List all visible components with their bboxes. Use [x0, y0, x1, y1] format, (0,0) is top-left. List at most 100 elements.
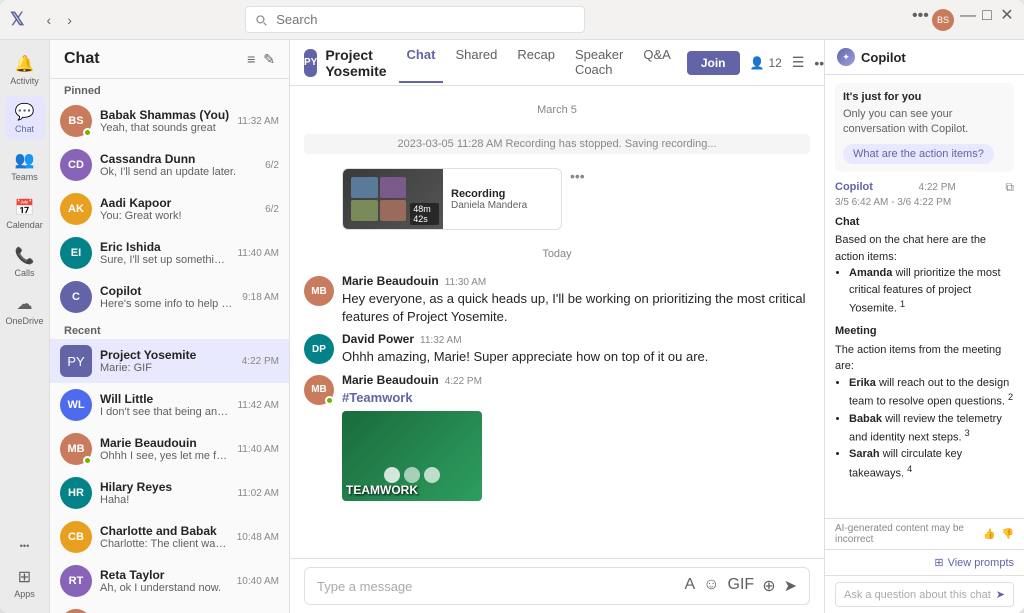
contact-name: Copilot — [100, 284, 234, 298]
ellipsis-icon: ••• — [20, 541, 29, 551]
contact-item[interactable]: AK Aadi Kapoor You: Great work! 6/2 — [50, 187, 289, 231]
tab-shared[interactable]: Shared — [447, 43, 505, 83]
copilot-body: It's just for you Only you can see your … — [825, 75, 1024, 518]
user-avatar[interactable]: BS — [932, 9, 954, 31]
contact-item[interactable]: MB Marie Beaudouin Ohhh I see, yes let m… — [50, 427, 289, 471]
recording-more-icon[interactable]: ••• — [570, 168, 585, 184]
teams-icon: 👥 — [15, 150, 35, 170]
search-input[interactable] — [245, 6, 585, 33]
copilot-title: Copilot — [861, 50, 906, 65]
copy-icon[interactable]: ⧉ — [1005, 180, 1014, 195]
contact-item[interactable]: EI Eric Ishida Sure, I'll set up somethi… — [50, 231, 289, 275]
activity-label: Activity — [10, 76, 39, 86]
contact-item[interactable]: JV Joshua VanBuren Thanks for reviewing!… — [50, 603, 289, 613]
contact-info: Marie Beaudouin Ohhh I see, yes let me f… — [100, 436, 229, 462]
back-button[interactable]: ‹ — [41, 10, 58, 30]
message-input-placeholder[interactable]: Type a message — [317, 579, 677, 594]
maximize-button[interactable]: □ — [980, 9, 994, 23]
contact-info: Babak Shammas (You) Yeah, that sounds gr… — [100, 108, 229, 134]
members-number: 12 — [768, 56, 781, 70]
contact-item[interactable]: WL Will Little I don't see that being an… — [50, 383, 289, 427]
sidebar-item-teams[interactable]: 👥 Teams — [5, 144, 45, 188]
contact-item[interactable]: C Copilot Here's some info to help you p… — [50, 275, 289, 319]
view-prompts-row: ⊞ View prompts — [825, 549, 1024, 575]
sidebar-item-calendar[interactable]: 📅 Calendar — [5, 192, 45, 236]
contact-preview: Charlotte: The client was pretty happy w… — [100, 538, 229, 550]
online-indicator — [325, 396, 334, 405]
list-view-icon[interactable]: ☰ — [792, 54, 805, 71]
recording-thumbnail: 48m 42s — [343, 169, 443, 229]
gif-icon[interactable]: GIF — [728, 576, 755, 596]
sidebar-title: Chat — [64, 50, 100, 68]
tab-qa[interactable]: Q&A — [635, 43, 678, 83]
sidebar: Chat ≡ ✎ Pinned BS Babak Shammas (You) Y… — [50, 40, 290, 613]
sidebar-item-apps[interactable]: ⊞ Apps — [5, 561, 45, 605]
contact-name: Charlotte and Babak — [100, 524, 229, 538]
chat-bullet-1: Amanda will prioritize the most critical… — [849, 265, 1014, 317]
message-time: 11:32 AM — [420, 335, 462, 346]
contact-item[interactable]: CD Cassandra Dunn Ok, I'll send an updat… — [50, 143, 289, 187]
compose-icon[interactable]: ✎ — [263, 51, 275, 68]
join-button[interactable]: Join — [687, 51, 740, 75]
message-row: MB Marie Beaudouin 4:22 PM #Teamwork — [304, 373, 810, 501]
contact-preview: Haha! — [100, 494, 229, 506]
contact-time: 11:02 AM — [237, 488, 279, 499]
thumbs-up-icon[interactable]: 👍 — [983, 529, 995, 540]
contact-item[interactable]: HR Hilary Reyes Haha! 11:02 AM — [50, 471, 289, 515]
format-icon[interactable]: A — [685, 576, 696, 596]
message-header: David Power 11:32 AM — [342, 332, 810, 346]
more-apps-button[interactable]: ••• — [5, 535, 45, 557]
contact-preview: Ohhh I see, yes let me fix that! — [100, 450, 229, 462]
chat-icon: 💬 — [15, 102, 35, 122]
contact-item[interactable]: CB Charlotte and Babak Charlotte: The cl… — [50, 515, 289, 559]
contact-preview: You: Great work! — [100, 210, 257, 222]
avatar: AK — [60, 193, 92, 225]
attach-icon[interactable]: ⊕ — [762, 576, 775, 596]
sidebar-item-calls[interactable]: 📞 Calls — [5, 240, 45, 284]
avatar: MB — [304, 375, 334, 405]
onedrive-label: OneDrive — [5, 316, 43, 326]
recording-card[interactable]: 48m 42s Recording Daniela Mandera — [342, 168, 562, 230]
contact-name: Hilary Reyes — [100, 480, 229, 494]
contact-name: Eric Ishida — [100, 240, 229, 254]
action-items-button[interactable]: What are the action items? — [843, 144, 994, 164]
copilot-send-button[interactable]: ➤ — [996, 588, 1005, 601]
title-bar: 𝕏 ‹ › ••• BS — □ ✕ — [0, 0, 1024, 40]
message-header: Marie Beaudouin 4:22 PM — [342, 373, 810, 387]
tab-speaker-coach[interactable]: Speaker Coach — [567, 43, 631, 83]
contact-info: Copilot Here's some info to help you pre… — [100, 284, 234, 310]
more-options-button[interactable]: ••• — [912, 9, 926, 23]
recording-info: Recording Daniela Mandera — [443, 169, 535, 229]
tab-chat[interactable]: Chat — [399, 43, 444, 83]
emoji-icon[interactable]: ☺ — [703, 576, 719, 596]
sidebar-item-onedrive[interactable]: ☁ OneDrive — [5, 288, 45, 332]
contact-time: 4:22 PM — [242, 356, 279, 367]
contact-item[interactable]: RT Reta Taylor Ah, ok I understand now. … — [50, 559, 289, 603]
calendar-label: Calendar — [6, 220, 43, 230]
contact-preview: Yeah, that sounds great — [100, 122, 229, 134]
chat-input-area: Type a message A ☺ GIF ⊕ ➤ — [290, 558, 824, 613]
message-time: 4:22 PM — [445, 376, 482, 387]
calls-icon: 📞 — [15, 246, 35, 266]
forward-button[interactable]: › — [61, 10, 78, 30]
thumbs-down-icon[interactable]: 👎 — [1002, 529, 1014, 540]
input-toolbar: A ☺ GIF ⊕ ➤ — [685, 576, 798, 596]
message-row: MB Marie Beaudouin 11:30 AM Hey everyone… — [304, 274, 810, 326]
minimize-button[interactable]: — — [960, 9, 974, 23]
chat-section-intro: Based on the chat here are the action it… — [835, 232, 1014, 265]
sidebar-item-chat[interactable]: 💬 Chat — [5, 96, 45, 140]
close-button[interactable]: ✕ — [1000, 9, 1014, 23]
contact-item[interactable]: BS Babak Shammas (You) Yeah, that sounds… — [50, 99, 289, 143]
tab-recap[interactable]: Recap — [509, 43, 563, 83]
view-prompts-button[interactable]: ⊞ View prompts — [934, 556, 1014, 569]
copilot-ask-input[interactable]: Ask a question about this chat ➤ — [835, 582, 1014, 607]
message-author: Marie Beaudouin — [342, 274, 439, 288]
teams-logo: 𝕏 — [10, 9, 25, 30]
contact-time: 9:18 AM — [242, 292, 279, 303]
sidebar-item-activity[interactable]: 🔔 Activity — [5, 48, 45, 92]
contact-item[interactable]: PY Project Yosemite Marie: GIF 4:22 PM — [50, 339, 289, 383]
more-options-chat-icon[interactable]: ••• — [814, 55, 824, 71]
filter-icon[interactable]: ≡ — [247, 51, 255, 68]
gif-label: TEAMWORK — [346, 483, 478, 497]
send-icon[interactable]: ➤ — [784, 576, 797, 596]
